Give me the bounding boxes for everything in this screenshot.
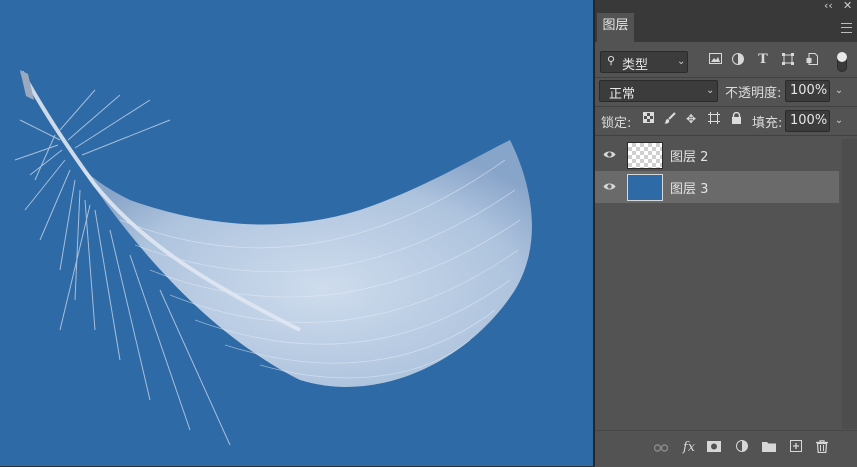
collapse-panel-button[interactable]: ‹‹ bbox=[824, 0, 833, 12]
fill-value: 100% bbox=[790, 113, 828, 128]
panel-top-strip: ‹‹ ✕ bbox=[595, 0, 857, 13]
trash-icon[interactable] bbox=[814, 440, 830, 456]
smart-object-filter-icon[interactable] bbox=[805, 53, 819, 67]
layer-row[interactable]: 图层 2 bbox=[595, 139, 839, 171]
chevron-down-icon: ⌄ bbox=[706, 85, 715, 96]
chevron-down-icon: ⌄ bbox=[677, 56, 686, 67]
layers-panel: ‹‹ ✕ 图层 ⚲ 类型 ⌄ T 正常 ⌄ 不透明度: 100% ⌄ 锁定: ✥… bbox=[595, 0, 857, 467]
layer-name: 图层 3 bbox=[670, 182, 709, 197]
lock-label: 锁定: bbox=[601, 116, 632, 131]
blend-mode-value: 正常 bbox=[609, 87, 636, 102]
panel-menu-icon[interactable] bbox=[841, 23, 852, 33]
type-filter-icon[interactable]: T bbox=[756, 53, 770, 67]
close-panel-button[interactable]: ✕ bbox=[843, 0, 852, 12]
fill-label: 填充: bbox=[752, 116, 783, 131]
shape-filter-icon[interactable] bbox=[781, 53, 795, 67]
group-folder-icon[interactable] bbox=[761, 440, 777, 456]
layers-scrollbar[interactable] bbox=[842, 139, 857, 429]
opacity-label: 不透明度: bbox=[725, 86, 782, 101]
fill-input[interactable]: 100% bbox=[785, 110, 830, 132]
layers-bottom-toolbar: fx bbox=[595, 430, 857, 467]
lock-artboard-icon[interactable] bbox=[707, 112, 721, 126]
eye-icon[interactable] bbox=[603, 148, 616, 161]
link-layers-icon[interactable] bbox=[653, 440, 669, 456]
image-filter-icon[interactable] bbox=[708, 53, 722, 67]
panel-tab-bar: 图层 bbox=[595, 13, 857, 42]
search-icon: ⚲ bbox=[607, 54, 616, 67]
adjustment-filter-icon[interactable] bbox=[731, 53, 745, 67]
document-canvas[interactable] bbox=[0, 0, 593, 466]
separator bbox=[595, 106, 857, 107]
filter-type-label: 类型 bbox=[622, 58, 649, 73]
layer-filter-select[interactable]: ⚲ 类型 ⌄ bbox=[600, 51, 688, 73]
tab-layers[interactable]: 图层 bbox=[597, 13, 634, 42]
blend-mode-select[interactable]: 正常 ⌄ bbox=[599, 80, 718, 102]
lock-pixels-icon[interactable] bbox=[663, 112, 677, 126]
opacity-value: 100% bbox=[790, 83, 828, 98]
opacity-dropdown-button[interactable]: ⌄ bbox=[832, 81, 846, 101]
feather-image bbox=[14, 70, 532, 446]
separator bbox=[595, 77, 857, 78]
layer-row-selected[interactable]: 图层 3 bbox=[595, 171, 839, 203]
layer-thumbnail bbox=[627, 142, 663, 169]
eye-icon[interactable] bbox=[603, 180, 616, 193]
opacity-input[interactable]: 100% bbox=[785, 80, 830, 102]
lock-all-icon[interactable] bbox=[729, 111, 743, 126]
filter-toggle-switch[interactable] bbox=[837, 52, 847, 72]
add-mask-icon[interactable] bbox=[706, 440, 722, 456]
fill-dropdown-button[interactable]: ⌄ bbox=[832, 111, 846, 131]
layer-thumbnail bbox=[627, 174, 663, 201]
lock-transparency-icon[interactable] bbox=[641, 112, 655, 126]
layer-name: 图层 2 bbox=[670, 150, 709, 165]
new-layer-icon[interactable] bbox=[788, 440, 804, 456]
lock-position-icon[interactable]: ✥ bbox=[684, 112, 698, 126]
toggle-knob bbox=[837, 52, 847, 62]
fx-icon[interactable]: fx bbox=[681, 440, 697, 456]
separator bbox=[595, 135, 857, 136]
adjustment-layer-icon[interactable] bbox=[734, 440, 750, 456]
